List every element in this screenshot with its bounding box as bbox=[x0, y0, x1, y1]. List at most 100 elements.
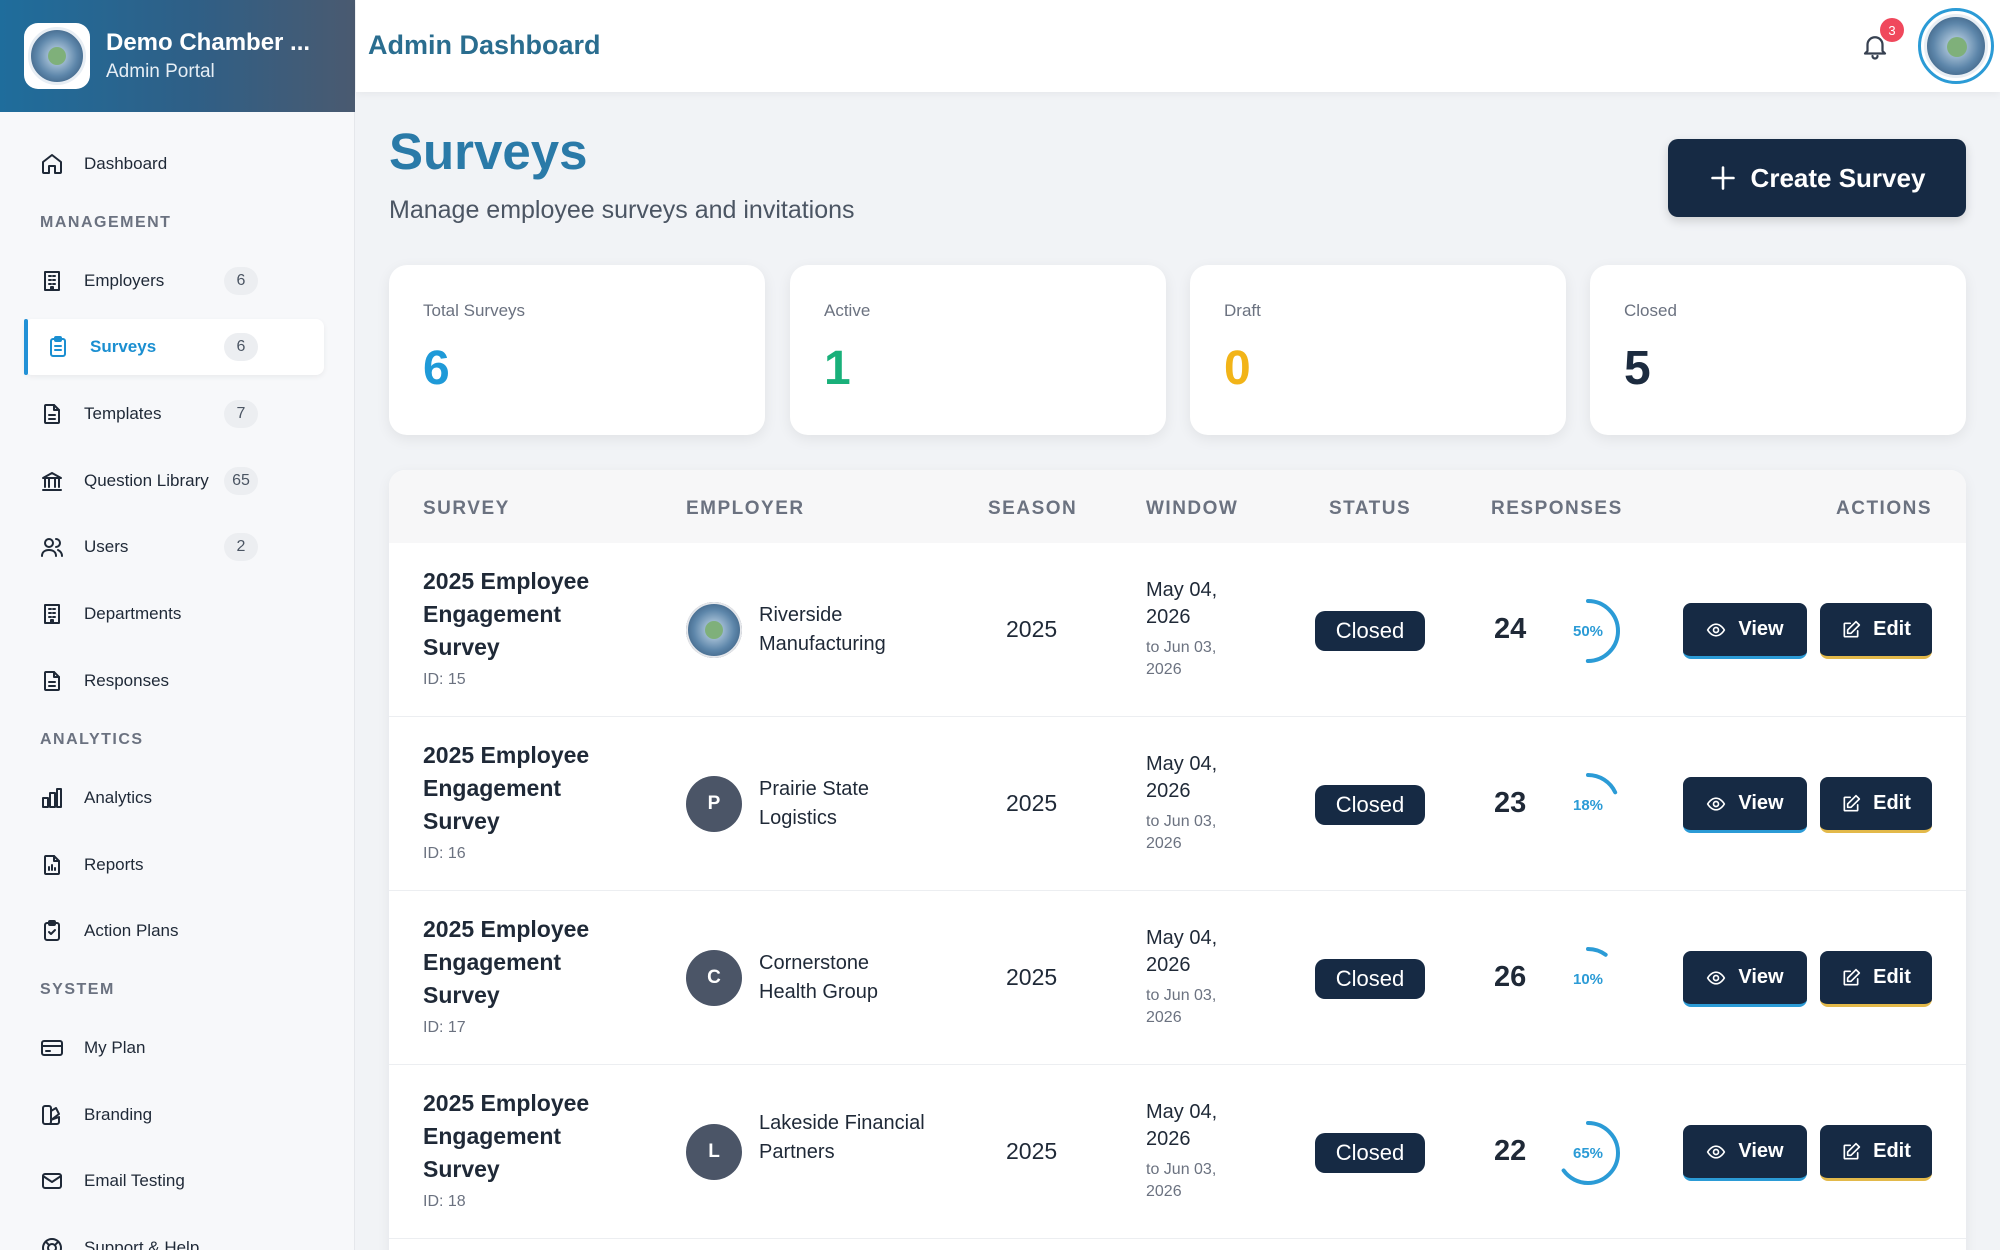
table-row: 2025 Employee Engagement Survey ID: 17 C… bbox=[389, 891, 1966, 1065]
stat-label: Draft bbox=[1224, 301, 1261, 320]
count-badge: 6 bbox=[224, 267, 258, 295]
sidebar-item-label: Responses bbox=[84, 671, 170, 690]
survey-id: ID: 17 bbox=[423, 1019, 466, 1036]
table-header: SURVEY EMPLOYER SEASON WINDOW STATUS RES… bbox=[389, 470, 1966, 543]
edit-button[interactable]: Edit bbox=[1820, 603, 1932, 659]
sidebar-item-my-plan[interactable]: My Plan bbox=[24, 1020, 324, 1076]
sidebar-item-dashboard[interactable]: Dashboard bbox=[24, 136, 324, 192]
edit-label: Edit bbox=[1873, 792, 1911, 814]
window-end: to Jun 03, 2026 bbox=[1146, 639, 1217, 678]
sidebar-item-departments[interactable]: Departments bbox=[24, 586, 324, 642]
users-icon bbox=[41, 538, 63, 557]
edit-label: Edit bbox=[1873, 966, 1911, 988]
season: 2025 bbox=[1006, 616, 1058, 642]
view-label: View bbox=[1738, 618, 1784, 640]
lifebuoy-icon bbox=[42, 1238, 62, 1250]
sidebar-item-reports[interactable]: Reports bbox=[24, 837, 324, 893]
sidebar-item-email-testing[interactable]: Email Testing bbox=[24, 1153, 324, 1209]
stat-value: 6 bbox=[423, 342, 450, 395]
user-avatar[interactable] bbox=[1918, 8, 1994, 84]
view-button[interactable]: View bbox=[1683, 603, 1807, 659]
status-badge: Closed bbox=[1315, 959, 1425, 999]
edit-icon bbox=[1843, 794, 1861, 811]
document-icon bbox=[44, 404, 60, 424]
sidebar-item-users[interactable]: Users 2 bbox=[24, 519, 324, 575]
page-subtitle: Manage employee surveys and invitations bbox=[389, 196, 855, 224]
employer-avatar: L bbox=[686, 1124, 742, 1180]
sidebar-item-label: Branding bbox=[84, 1105, 153, 1124]
view-button[interactable]: View bbox=[1683, 1125, 1807, 1181]
window-end: to Jun 03, 2026 bbox=[1146, 987, 1217, 1026]
column-header[interactable]: RESPONSES bbox=[1491, 498, 1623, 520]
response-rate-label: 10% bbox=[1572, 970, 1604, 988]
eye-icon bbox=[1707, 796, 1726, 811]
response-count: 26 bbox=[1494, 961, 1527, 993]
building-icon bbox=[44, 604, 60, 624]
sidebar-item-question-library[interactable]: Question Library 65 bbox=[24, 453, 324, 509]
section-analytics: ANALYTICS bbox=[40, 731, 144, 748]
sidebar-item-templates[interactable]: Templates 7 bbox=[24, 386, 324, 442]
status-badge: Closed bbox=[1315, 785, 1425, 825]
column-header[interactable]: WINDOW bbox=[1146, 498, 1238, 520]
edit-button[interactable]: Edit bbox=[1820, 777, 1932, 833]
count-badge: 6 bbox=[224, 333, 258, 361]
table-row: 2025 Employee Engagement Survey ID: 15 R… bbox=[389, 543, 1966, 717]
sidebar-item-support[interactable]: Support & Help bbox=[24, 1220, 324, 1250]
sidebar-item-branding[interactable]: Branding bbox=[24, 1087, 324, 1143]
sidebar-item-action-plans[interactable]: Action Plans bbox=[24, 903, 324, 959]
stat-label: Active bbox=[824, 301, 871, 320]
create-survey-button[interactable]: Create Survey bbox=[1668, 139, 1966, 217]
edit-label: Edit bbox=[1873, 618, 1911, 640]
surveys-table: SURVEY EMPLOYER SEASON WINDOW STATUS RES… bbox=[389, 470, 1966, 1250]
mail-icon bbox=[42, 1173, 62, 1189]
sidebar-item-analytics[interactable]: Analytics bbox=[24, 770, 324, 826]
stat-label: Closed bbox=[1624, 301, 1677, 320]
sidebar-item-label: Employers bbox=[84, 271, 165, 290]
count-badge: 65 bbox=[224, 467, 258, 495]
notification-badge: 3 bbox=[1880, 18, 1904, 42]
clipboard-icon bbox=[50, 336, 66, 357]
brand-title: Demo Chamber ... bbox=[106, 29, 311, 56]
sidebar-item-surveys[interactable]: Surveys 6 bbox=[24, 319, 324, 375]
edit-icon bbox=[1843, 1142, 1861, 1159]
response-count: 23 bbox=[1494, 787, 1527, 819]
sidebar-item-label: My Plan bbox=[84, 1038, 146, 1057]
season: 2025 bbox=[1006, 964, 1058, 990]
eye-icon bbox=[1707, 622, 1726, 637]
column-header[interactable]: ACTIONS bbox=[1836, 498, 1932, 520]
brand-header[interactable]: Demo Chamber ... Admin Portal bbox=[0, 0, 355, 112]
sidebar-item-employers[interactable]: Employers 6 bbox=[24, 253, 324, 309]
response-rate-ring: 50% bbox=[1554, 597, 1622, 665]
sidebar-item-responses[interactable]: Responses bbox=[24, 653, 324, 709]
home-icon bbox=[42, 154, 62, 174]
column-header[interactable]: STATUS bbox=[1329, 498, 1411, 520]
sidebar-item-label: Surveys bbox=[90, 337, 157, 356]
view-button[interactable]: View bbox=[1683, 951, 1807, 1007]
employer-name: Riverside Manufacturing bbox=[759, 604, 886, 655]
stat-card-active: Active 1 bbox=[790, 265, 1166, 435]
building-icon bbox=[44, 271, 60, 291]
sidebar-item-label: Analytics bbox=[84, 788, 153, 807]
eye-icon bbox=[1707, 970, 1726, 985]
response-rate-label: 18% bbox=[1572, 796, 1604, 814]
column-header[interactable]: SURVEY bbox=[423, 498, 510, 520]
survey-name[interactable]: 2025 Employee Engagement Survey bbox=[423, 739, 623, 838]
survey-name[interactable]: 2025 Employee Engagement Survey bbox=[423, 913, 623, 1012]
survey-id: ID: 16 bbox=[423, 845, 466, 862]
survey-name[interactable]: 2025 Employee Engagement Survey bbox=[423, 1087, 623, 1186]
column-header[interactable]: EMPLOYER bbox=[686, 498, 805, 520]
response-rate-ring: 18% bbox=[1554, 771, 1622, 839]
section-system: SYSTEM bbox=[40, 981, 115, 998]
view-button[interactable]: View bbox=[1683, 777, 1807, 833]
edit-button[interactable]: Edit bbox=[1820, 1125, 1932, 1181]
survey-id: ID: 15 bbox=[423, 671, 466, 688]
sidebar-item-label: Email Testing bbox=[84, 1171, 185, 1190]
window-start: May 04, 2026 bbox=[1146, 579, 1218, 628]
top-header: Admin Dashboard 3 bbox=[356, 0, 2000, 92]
edit-button[interactable]: Edit bbox=[1820, 951, 1932, 1007]
column-header[interactable]: SEASON bbox=[988, 498, 1077, 520]
status-badge: Closed bbox=[1315, 611, 1425, 651]
clipboard-check-icon bbox=[44, 920, 60, 941]
view-label: View bbox=[1738, 966, 1784, 988]
survey-name[interactable]: 2025 Employee Engagement Survey bbox=[423, 565, 623, 664]
